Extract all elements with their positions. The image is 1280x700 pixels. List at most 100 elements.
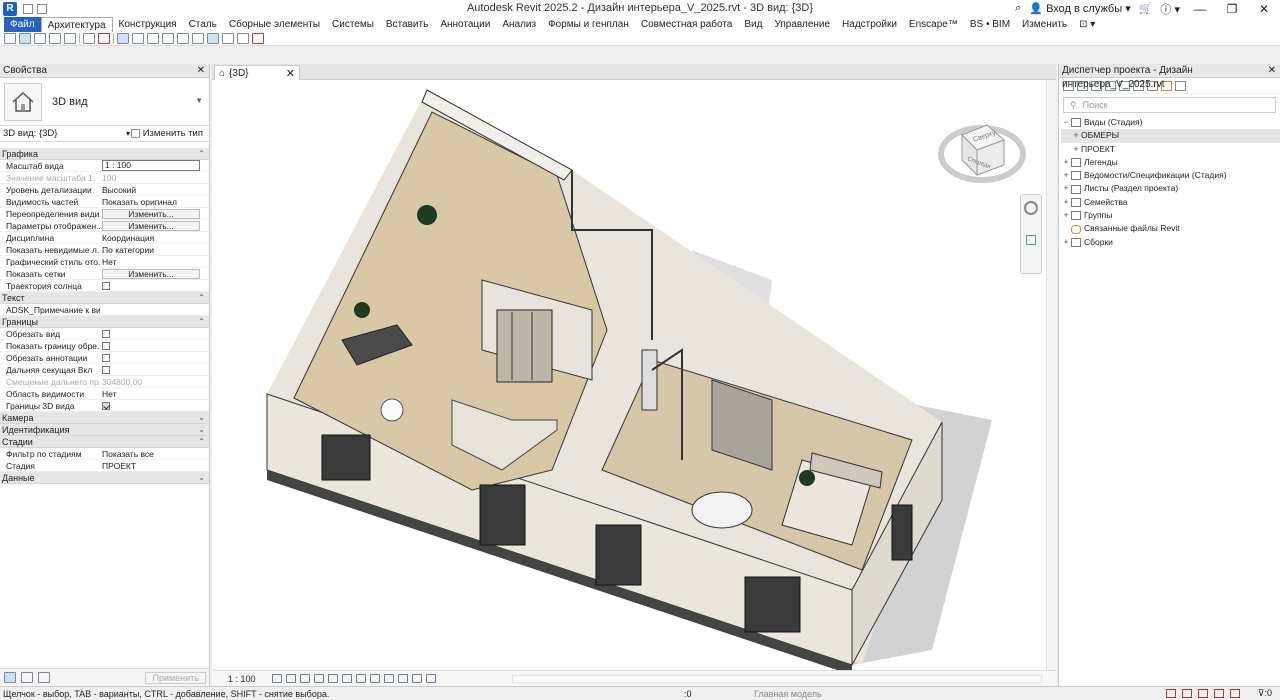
tab-bsbim[interactable]: BS • BIM	[964, 17, 1016, 32]
close-window-button[interactable]: ✕	[1252, 2, 1276, 16]
save-icon[interactable]	[37, 3, 47, 14]
tab-modify[interactable]: Изменить	[1016, 17, 1073, 32]
section-text[interactable]: Текст ⌃	[0, 292, 209, 304]
select-pinned-icon[interactable]	[1198, 689, 1208, 698]
open-icon[interactable]	[23, 3, 33, 14]
select-by-face-icon[interactable]	[1214, 689, 1224, 698]
tree-item-assemblies[interactable]: + Сборки	[1061, 236, 1280, 249]
tab-view[interactable]: Вид	[738, 17, 768, 32]
show-crop-icon[interactable]	[355, 674, 366, 683]
view-instance-selector[interactable]: 3D вид: {3D} ▾ Изменить тип	[0, 126, 209, 142]
tab-systems[interactable]: Системы	[326, 17, 380, 32]
edit-type-button[interactable]: Изменить тип	[130, 128, 203, 139]
section-graphics[interactable]: Графика ⌃	[0, 148, 209, 160]
tab-precast[interactable]: Сборные элементы	[223, 17, 326, 32]
edit-grids-button[interactable]: Изменить...	[102, 269, 200, 279]
tag-icon[interactable]	[147, 33, 159, 44]
prop-value[interactable]	[100, 304, 200, 315]
tab-annotate[interactable]: Аннотации	[434, 17, 496, 32]
tree-item-families[interactable]: + Семейства	[1061, 196, 1280, 209]
far-clip-checkbox[interactable]	[102, 366, 110, 374]
close-windows-icon[interactable]	[222, 33, 234, 44]
expand-icon[interactable]: +	[1061, 209, 1071, 222]
section-identity[interactable]: Идентификация ⌄	[0, 424, 209, 436]
signin-button[interactable]: 👤 Вход в службы ▾	[1029, 2, 1130, 15]
detail-level-icon[interactable]	[271, 674, 282, 683]
tree-item-survey[interactable]: + ОБМЕРЫ	[1061, 129, 1280, 143]
prop-value[interactable]: Высокий	[100, 184, 200, 195]
shadows-icon[interactable]	[313, 674, 324, 683]
close-browser-icon[interactable]: ✕	[1268, 64, 1276, 78]
prop-value[interactable]: Нет	[100, 256, 200, 267]
tree-item-views[interactable]: − Виды (Стадия)	[1061, 116, 1280, 129]
section-camera[interactable]: Камера ⌄	[0, 412, 209, 424]
prop-value[interactable]: Координация	[100, 232, 200, 243]
tab-enscape[interactable]: Enscape™	[903, 17, 964, 32]
prop-value[interactable]: Нет	[100, 388, 200, 399]
crop-view-icon[interactable]	[341, 674, 352, 683]
tree-item-sheets[interactable]: + Листы (Раздел проекта)	[1061, 182, 1280, 195]
section-box-checkbox[interactable]	[102, 402, 110, 410]
scale-input[interactable]: 1 : 100	[102, 160, 200, 171]
tab-addins[interactable]: Надстройки	[836, 17, 903, 32]
tree-item-project[interactable]: + ПРОЕКТ	[1061, 143, 1280, 156]
select-links-icon[interactable]	[1166, 689, 1176, 698]
prop-value[interactable]: По категории	[100, 244, 200, 255]
browser-search-input[interactable]: ⚲ Поиск	[1063, 97, 1276, 113]
binoculars-icon[interactable]: ⌕	[1015, 2, 1021, 15]
select-underlay-icon[interactable]	[1182, 689, 1192, 698]
dimension-icon[interactable]	[132, 33, 144, 44]
minimize-button[interactable]: —	[1188, 2, 1212, 16]
edit-display-button[interactable]: Изменить...	[102, 221, 200, 231]
tree-item-groups[interactable]: + Группы	[1061, 209, 1280, 222]
tab-file[interactable]: Файл	[4, 17, 41, 32]
browser-assembly-icon[interactable]	[1175, 80, 1186, 91]
close-tab-icon[interactable]: ✕	[286, 67, 295, 80]
type-selector[interactable]: 3D вид ▼	[0, 78, 209, 126]
revit-logo-icon[interactable]: R	[3, 1, 17, 16]
expand-icon[interactable]: +	[1061, 236, 1071, 249]
tree-item-schedules[interactable]: + Ведомости/Спецификации (Стадия)	[1061, 169, 1280, 182]
analytical-icon[interactable]	[425, 674, 436, 683]
tab-collaborate[interactable]: Совместная работа	[635, 17, 739, 32]
chevron-down-icon[interactable]: ▾	[126, 129, 130, 138]
horizontal-scrollbar[interactable]	[512, 675, 1042, 683]
expand-icon[interactable]: +	[1071, 143, 1081, 156]
undo-icon[interactable]	[49, 33, 61, 44]
worksharing-icon[interactable]	[411, 674, 422, 683]
sort-az-icon[interactable]	[21, 672, 33, 683]
tab-massing-site[interactable]: Формы и генплан	[542, 17, 635, 32]
measure-icon[interactable]	[117, 33, 129, 44]
customize-icon[interactable]	[252, 33, 264, 44]
print-icon[interactable]	[83, 33, 95, 44]
expand-icon[interactable]: +	[1061, 182, 1071, 195]
active-model-selector[interactable]: Главная модель	[754, 689, 822, 699]
tab-manage[interactable]: Управление	[768, 17, 836, 32]
drag-elements-icon[interactable]	[1230, 689, 1240, 698]
sync-icon[interactable]	[34, 33, 46, 44]
section-icon[interactable]	[192, 33, 204, 44]
prop-value[interactable]: 1 : 100	[100, 160, 200, 171]
sun-path-icon[interactable]	[299, 674, 310, 683]
tab-structure[interactable]: Конструкция	[113, 17, 183, 32]
crop-view-checkbox[interactable]	[102, 330, 110, 338]
text-icon[interactable]	[162, 33, 174, 44]
prop-value[interactable]: ПРОЕКТ	[100, 460, 200, 471]
zoom-icon[interactable]	[1026, 235, 1036, 245]
redo-icon[interactable]	[64, 33, 76, 44]
section-phasing[interactable]: Стадии ⌃	[0, 436, 209, 448]
close-properties-icon[interactable]: ✕	[197, 64, 205, 78]
crop-region-visible-checkbox[interactable]	[102, 342, 110, 350]
filter-icon[interactable]: ⊽:0	[1258, 688, 1272, 699]
view-scale[interactable]: 1 : 100	[228, 674, 256, 684]
temp-hide-icon[interactable]	[383, 674, 394, 683]
chevron-down-icon[interactable]: ▼	[195, 96, 203, 105]
default-3d-icon[interactable]	[177, 33, 189, 44]
sort-za-icon[interactable]	[38, 672, 50, 683]
tab-steel[interactable]: Сталь	[183, 17, 223, 32]
model-canvas[interactable]: Сверху Спереди	[212, 80, 1056, 670]
prop-value[interactable]: Показать все	[100, 448, 200, 459]
export-icon[interactable]	[98, 33, 110, 44]
section-data[interactable]: Данные ⌄	[0, 472, 209, 484]
render-icon[interactable]	[327, 674, 338, 683]
